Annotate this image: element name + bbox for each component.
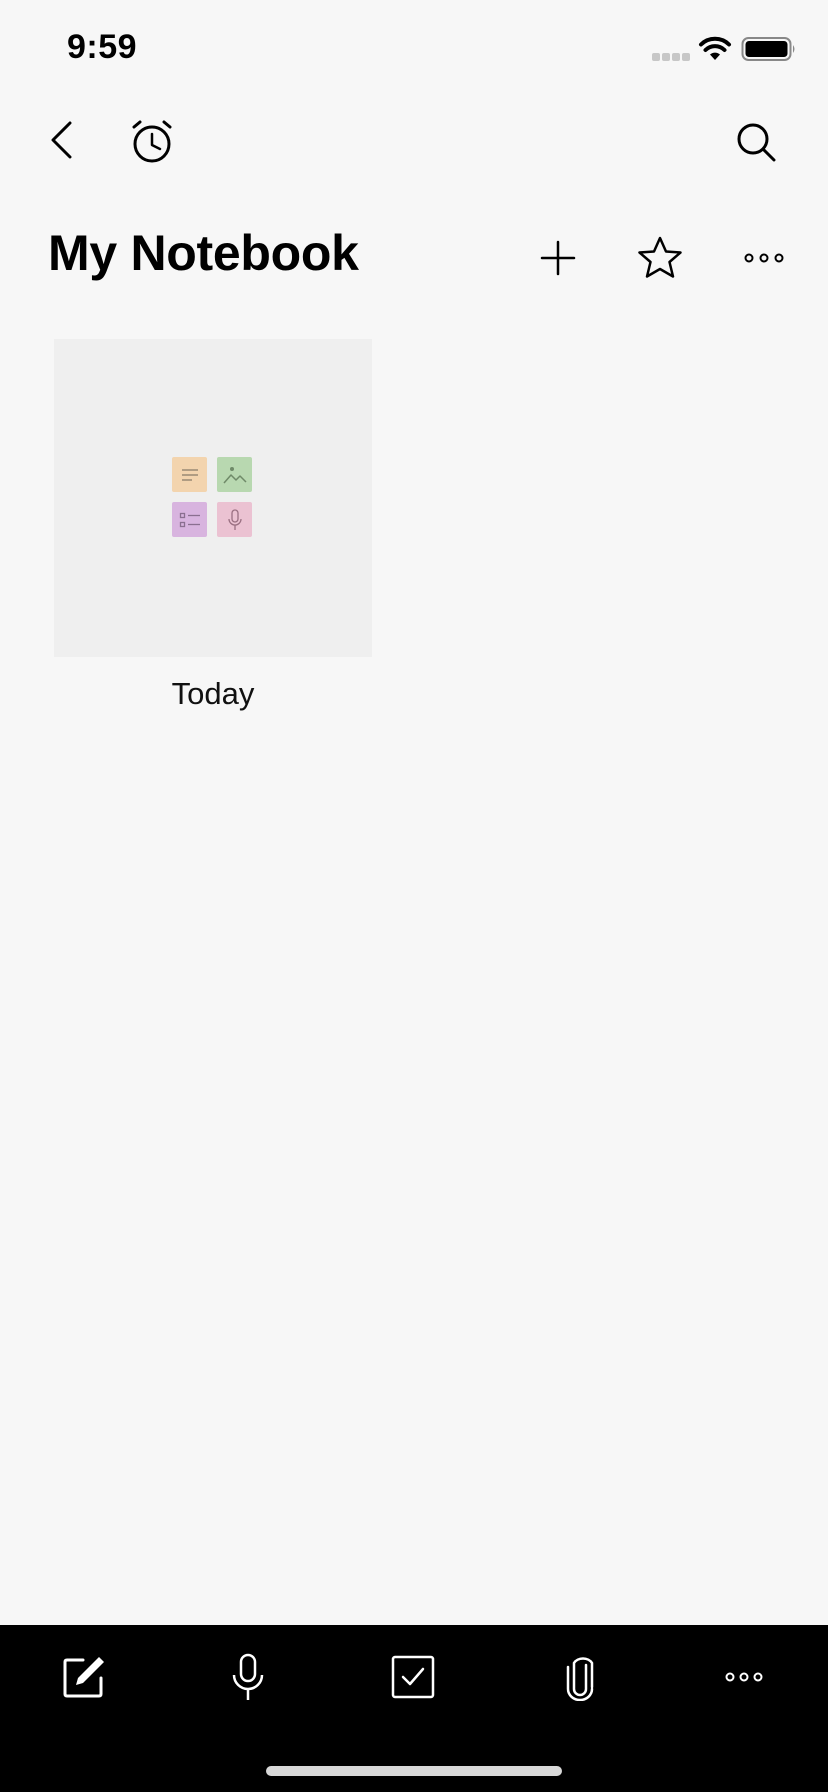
star-icon <box>638 236 682 278</box>
favorite-button[interactable] <box>634 232 686 284</box>
new-text-note-button[interactable] <box>54 1647 114 1707</box>
note-type-text-tile <box>172 457 207 492</box>
note-type-image-tile <box>217 457 252 492</box>
chevron-left-icon <box>51 121 72 159</box>
search-button[interactable] <box>730 116 782 168</box>
plus-icon <box>540 240 576 276</box>
text-lines-icon <box>181 468 198 481</box>
reminder-button[interactable] <box>126 114 178 170</box>
checkbox-icon <box>391 1655 435 1699</box>
page-title: My Notebook <box>48 225 359 281</box>
note-type-tiles <box>172 457 254 539</box>
toolbar-more-button[interactable] <box>714 1647 774 1707</box>
back-button[interactable] <box>40 112 84 168</box>
more-options-button[interactable] <box>740 240 788 276</box>
status-bar: 9:59 <box>0 0 828 100</box>
add-note-button[interactable] <box>534 234 582 282</box>
wifi-icon <box>699 36 731 60</box>
search-icon <box>737 123 776 162</box>
home-indicator[interactable] <box>266 1766 562 1776</box>
bottom-toolbar <box>0 1625 828 1792</box>
battery-icon <box>741 37 795 61</box>
note-type-list-tile <box>172 502 207 537</box>
new-audio-note-button[interactable] <box>218 1647 278 1707</box>
status-time: 9:59 <box>67 28 138 66</box>
paperclip-icon <box>566 1657 594 1701</box>
note-title: Today <box>171 676 255 711</box>
new-checklist-button[interactable] <box>383 1647 443 1707</box>
notebook-screen: 9:59 My Notebook Today <box>0 0 828 1792</box>
microphone-icon <box>232 1653 264 1700</box>
more-horizontal-icon <box>744 253 784 263</box>
attach-file-button[interactable] <box>550 1647 610 1707</box>
note-type-audio-tile <box>217 502 252 537</box>
alarm-clock-icon <box>132 120 172 163</box>
list-icon <box>179 512 200 527</box>
cellular-signal-icon <box>652 53 690 61</box>
image-icon <box>222 466 247 483</box>
pencil-square-icon <box>63 1657 104 1698</box>
note-card-today[interactable] <box>54 339 372 657</box>
more-horizontal-icon <box>725 1672 763 1682</box>
microphone-icon <box>227 508 242 530</box>
